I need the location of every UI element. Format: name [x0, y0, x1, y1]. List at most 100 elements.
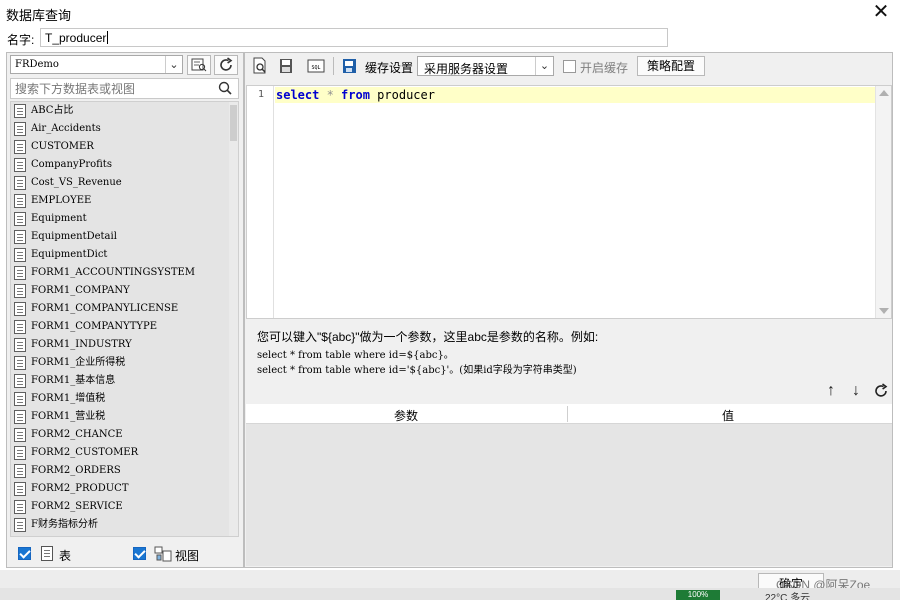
list-filter-footer: 表 视图 [10, 543, 239, 565]
table-name: FORM2_PRODUCT [31, 483, 129, 494]
table-name: Equipment [31, 213, 87, 224]
column-divider[interactable] [567, 406, 568, 422]
table-name: EMPLOYEE [31, 195, 92, 206]
svg-text:SQL: SQL [311, 65, 320, 71]
table-name: FORM1_营业税 [31, 411, 106, 422]
table-list-item[interactable]: FORM2_CUSTOMER [11, 444, 238, 462]
scrollbar-thumb[interactable] [230, 105, 237, 141]
refresh-params-icon[interactable] [873, 383, 889, 399]
table-list-item[interactable]: Air_Accidents [11, 120, 238, 138]
sql-operator: * [319, 88, 342, 102]
sql-editor[interactable]: 1 select * from producer [246, 85, 892, 319]
parameter-table: 参数 值 [246, 404, 892, 566]
enable-cache-label: 开启缓存 [580, 61, 629, 75]
preview-table-button[interactable] [187, 55, 211, 75]
table-search-input[interactable] [11, 79, 211, 98]
table-icon [14, 482, 26, 496]
table-list-scrollbar[interactable] [229, 102, 238, 536]
table-list-item[interactable]: FORM2_SERVICE [11, 498, 238, 516]
table-icon [14, 140, 26, 154]
sql-format-icon[interactable]: SQL [307, 57, 325, 75]
table-icon [14, 464, 26, 478]
table-icon [14, 176, 26, 190]
table-icon [14, 320, 26, 334]
view-icon [154, 546, 172, 562]
cache-settings-icon[interactable] [341, 57, 359, 75]
table-list-item[interactable]: EquipmentDict [11, 246, 238, 264]
table-icon [14, 356, 26, 370]
table-name: FORM1_COMPANYTYPE [31, 321, 158, 332]
scroll-down-icon[interactable] [879, 308, 889, 314]
table-search-box[interactable] [10, 78, 239, 99]
sql-code-line[interactable]: select * from producer [276, 88, 435, 102]
views-checkbox[interactable] [133, 547, 146, 560]
table-name: EquipmentDetail [31, 231, 117, 242]
table-list: ABC占比 Air_Accidents CUSTOMER CompanyProfits… [10, 101, 239, 537]
text-caret [107, 31, 109, 44]
table-list-item[interactable]: FORM1_INDUSTRY [11, 336, 238, 354]
table-icon [14, 410, 26, 424]
cache-mode-select[interactable]: 采用服务器设置 ⌄ [417, 56, 554, 76]
chevron-down-icon[interactable]: ⌄ [165, 56, 182, 73]
table-icon [14, 338, 26, 352]
table-name: FORM1_企业所得税 [31, 357, 126, 368]
strategy-config-button[interactable]: 策略配置 [637, 56, 705, 76]
tables-label: 表 [59, 549, 72, 563]
name-input[interactable]: T_producer [40, 28, 668, 47]
column-header-parameter: 参数 [394, 409, 419, 423]
table-icon [14, 446, 26, 460]
table-list-item[interactable]: FORM1_增值税 [11, 390, 238, 408]
window-title: 数据库查询 [6, 8, 72, 23]
table-list-item[interactable]: FORM1_营业税 [11, 408, 238, 426]
table-name: FORM1_基本信息 [31, 375, 116, 386]
refresh-icon [220, 57, 233, 71]
table-list-item[interactable]: F财务指标分析 [11, 516, 238, 534]
move-up-icon[interactable]: ↑ [823, 382, 839, 400]
database-value: FRDemo [15, 59, 59, 70]
move-down-icon[interactable]: ↓ [848, 382, 864, 400]
table-name: FORM1_INDUSTRY [31, 339, 132, 350]
table-list-item[interactable]: EMPLOYEE [11, 192, 238, 210]
table-list-item[interactable]: Cost_VS_Revenue [11, 174, 238, 192]
sql-keyword-select: select [276, 88, 320, 102]
table-name: FORM2_SERVICE [31, 501, 123, 512]
table-name: FORM1_COMPANY [31, 285, 130, 296]
cache-mode-value: 采用服务器设置 [424, 62, 509, 76]
database-select[interactable]: FRDemo ⌄ [10, 55, 183, 74]
table-list-item[interactable]: CompanyProfits [11, 156, 238, 174]
table-list-item[interactable]: FORM1_企业所得税 [11, 354, 238, 372]
table-list-item[interactable]: FORM2_ORDERS [11, 462, 238, 480]
table-list-item[interactable]: Equipment [11, 210, 238, 228]
table-list-item[interactable]: FORM1_COMPANYTYPE [11, 318, 238, 336]
table-list-item[interactable]: FORM1_COMPANY [11, 282, 238, 300]
table-name: CUSTOMER [31, 141, 94, 152]
table-icon [14, 500, 26, 514]
table-icon [14, 230, 26, 244]
line-gutter: 1 [247, 86, 274, 318]
refresh-button[interactable] [214, 55, 238, 75]
table-list-item[interactable]: FORM1_基本信息 [11, 372, 238, 390]
table-list-item[interactable]: FORM1_ACCOUNTINGSYSTEM [11, 264, 238, 282]
table-list-item[interactable]: FORM2_CHANCE [11, 426, 238, 444]
table-icon [14, 194, 26, 208]
editor-scrollbar[interactable] [875, 86, 891, 318]
table-name: FORM2_ORDERS [31, 465, 121, 476]
table-list-item[interactable]: ABC占比 [11, 102, 238, 120]
preview-icon [191, 58, 207, 72]
enable-cache-checkbox[interactable] [563, 60, 576, 73]
table-icon [14, 284, 26, 298]
column-header-value: 值 [722, 409, 735, 423]
close-icon[interactable]: ✕ [870, 2, 892, 24]
tables-checkbox[interactable] [18, 547, 31, 560]
preview-query-icon[interactable] [251, 57, 269, 75]
sql-identifier: producer [369, 88, 435, 102]
scroll-up-icon[interactable] [879, 90, 889, 96]
table-list-item[interactable]: CUSTOMER [11, 138, 238, 156]
save-icon[interactable] [277, 57, 295, 75]
table-list-item[interactable]: EquipmentDetail [11, 228, 238, 246]
table-list-item[interactable]: FORM2_PRODUCT [11, 480, 238, 498]
chevron-down-icon[interactable]: ⌄ [535, 57, 553, 75]
table-list-item[interactable]: FORM1_COMPANYLICENSE [11, 300, 238, 318]
table-icon [14, 392, 26, 406]
search-icon[interactable] [218, 81, 232, 95]
